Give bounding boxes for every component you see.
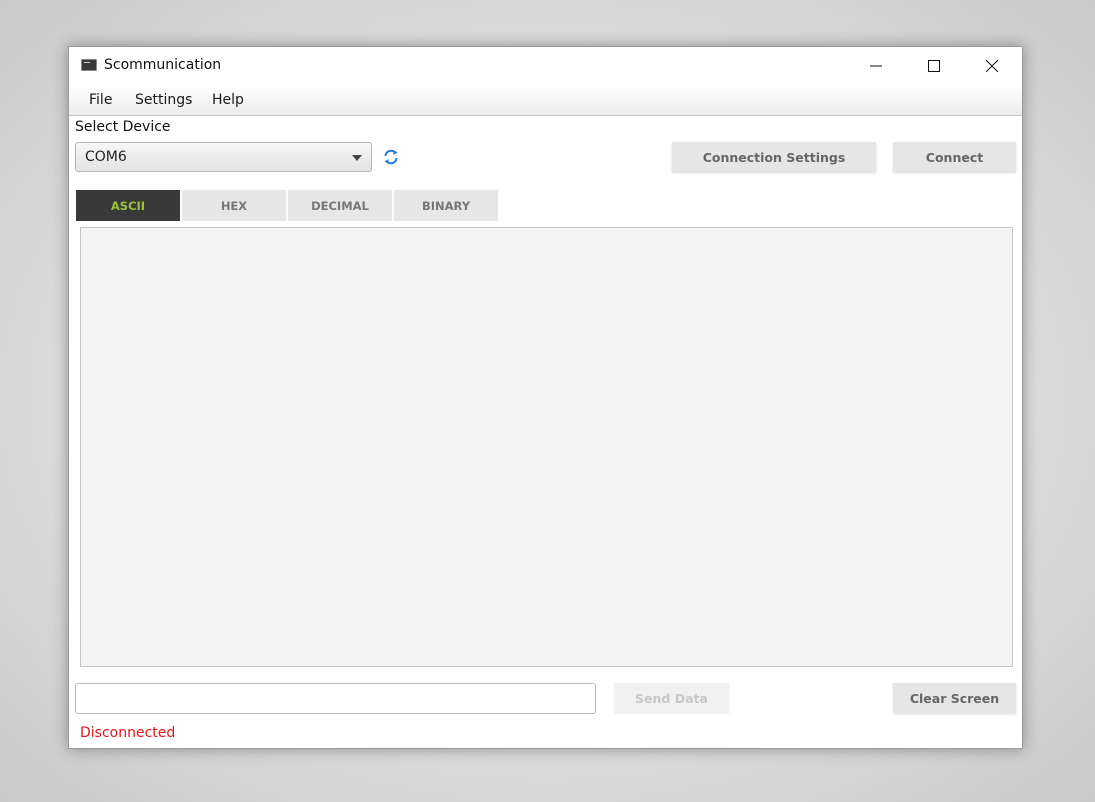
window-title: Scommunication	[104, 57, 222, 73]
menu-file[interactable]: File	[89, 92, 112, 108]
minimize-icon	[870, 65, 882, 67]
tab-ascii[interactable]: ASCII	[76, 190, 180, 221]
tab-hex[interactable]: HEX	[182, 190, 286, 221]
chevron-down-icon	[352, 155, 362, 161]
menu-help[interactable]: Help	[212, 92, 244, 108]
output-area[interactable]	[80, 227, 1013, 667]
connection-settings-button[interactable]: Connection Settings	[672, 142, 876, 172]
close-button[interactable]	[963, 47, 1021, 85]
connection-status: Disconnected	[80, 725, 176, 741]
maximize-button[interactable]	[905, 47, 963, 85]
clear-screen-button[interactable]: Clear Screen	[893, 683, 1016, 713]
select-device-label: Select Device	[75, 119, 171, 135]
device-select-value: COM6	[85, 149, 127, 165]
connect-button[interactable]: Connect	[893, 142, 1016, 172]
send-data-button[interactable]: Send Data	[614, 683, 729, 713]
maximize-icon	[928, 60, 940, 72]
send-data-input[interactable]	[75, 683, 596, 714]
menu-settings[interactable]: Settings	[135, 92, 192, 108]
refresh-button[interactable]	[381, 147, 401, 167]
app-icon	[81, 59, 97, 71]
tab-binary[interactable]: BINARY	[394, 190, 498, 221]
menu-bar: File Settings Help	[69, 85, 1022, 116]
minimize-button[interactable]	[847, 47, 905, 85]
tab-decimal[interactable]: DECIMAL	[288, 190, 392, 221]
close-icon	[986, 60, 998, 72]
app-window: Scommunication File Settings Help Select…	[68, 46, 1023, 749]
title-bar[interactable]: Scommunication	[69, 47, 1022, 85]
refresh-icon	[384, 149, 398, 165]
device-select[interactable]: COM6	[75, 142, 372, 172]
